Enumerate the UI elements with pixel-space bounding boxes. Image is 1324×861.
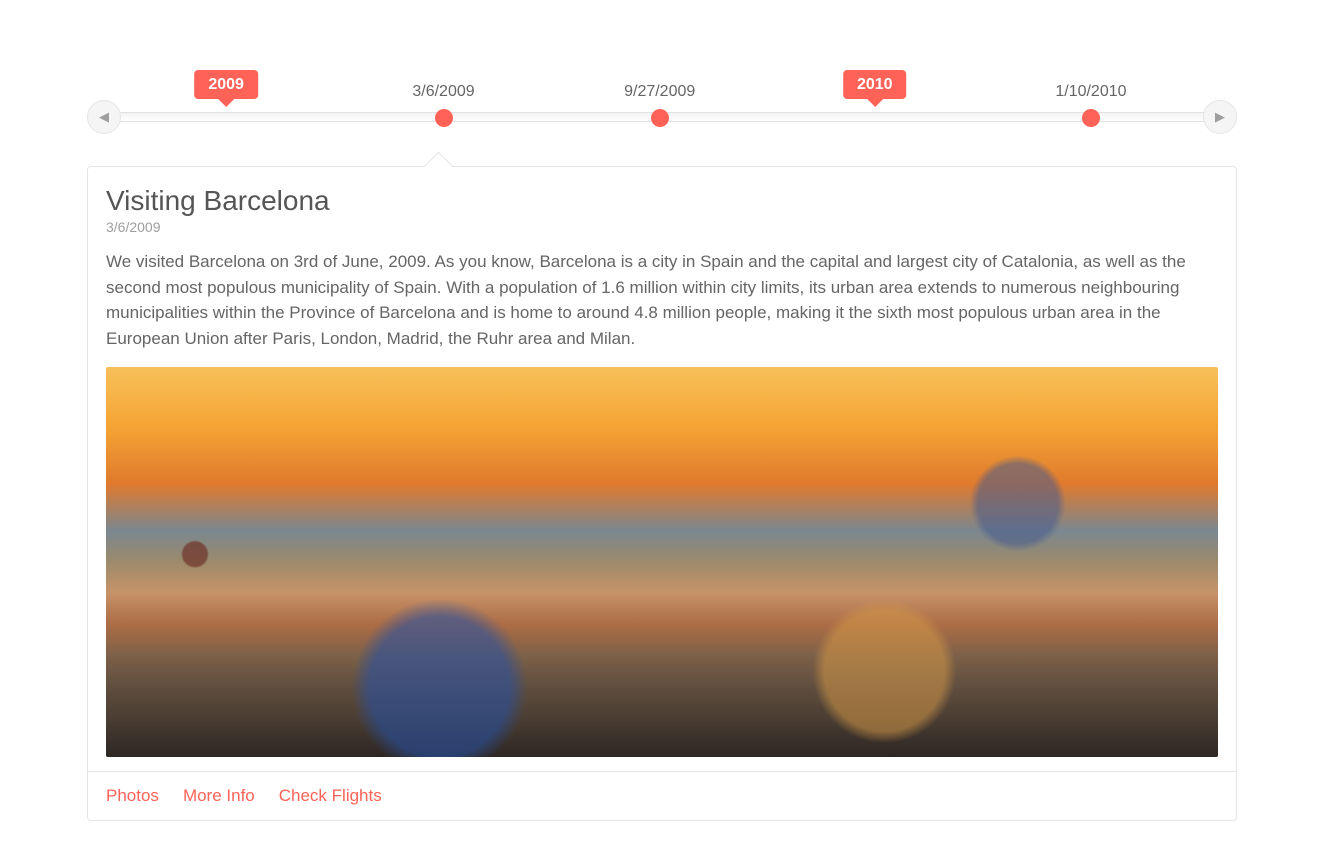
timeline-event-label: 3/6/2009 [384,82,504,101]
timeline: ◀ 2009 2010 3/6/2009 9/27/2009 1/10/2010… [87,40,1237,116]
timeline-event[interactable]: 1/10/2010 [1031,40,1151,127]
photos-link[interactable]: Photos [106,786,159,806]
event-actions: Photos More Info Check Flights [88,771,1236,820]
timeline-prev-button[interactable]: ◀ [87,100,121,134]
chevron-right-icon: ▶ [1215,109,1225,125]
timeline-event[interactable]: 3/6/2009 [384,40,504,127]
chevron-left-icon: ◀ [99,109,109,125]
timeline-event-label: 1/10/2010 [1031,82,1151,101]
event-title: Visiting Barcelona [106,185,1218,217]
timeline-year-flag: 2010 [843,70,907,99]
event-description: We visited Barcelona on 3rd of June, 200… [106,249,1218,351]
timeline-next-button[interactable]: ▶ [1203,100,1237,134]
event-image [106,367,1218,757]
timeline-event-dot [651,109,669,127]
timeline-flag-label: 2009 [208,76,244,93]
timeline-event-dot [435,109,453,127]
timeline-event-dot [1082,109,1100,127]
timeline-flag-label: 2010 [857,76,893,93]
timeline-event[interactable]: 9/27/2009 [600,40,720,127]
more-info-link[interactable]: More Info [183,786,255,806]
check-flights-link[interactable]: Check Flights [279,786,382,806]
event-card: Visiting Barcelona 3/6/2009 We visited B… [87,166,1237,821]
timeline-event-label: 9/27/2009 [600,82,720,101]
event-date: 3/6/2009 [106,219,1218,235]
timeline-year-flag: 2009 [194,70,258,99]
